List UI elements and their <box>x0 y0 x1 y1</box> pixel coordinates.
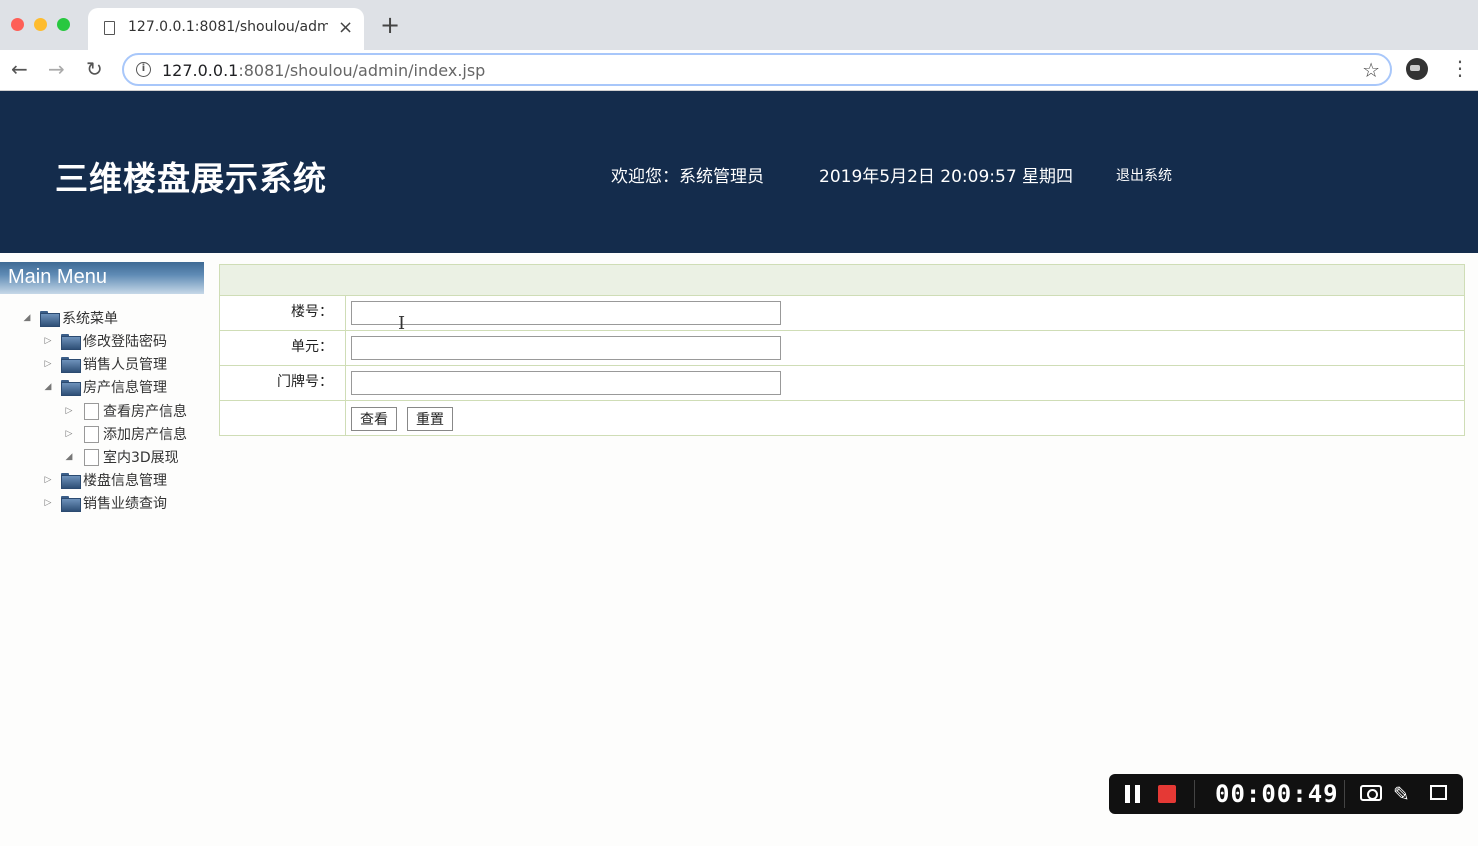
tree-item-sales-performance[interactable]: ▷ 销售业绩查询 <box>41 493 167 513</box>
folder-icon <box>61 357 81 373</box>
unit-label: 单元： <box>220 331 346 365</box>
new-tab-icon[interactable]: + <box>380 13 400 37</box>
tree-item-property-info[interactable]: ◢ 房产信息管理 <box>41 377 167 397</box>
expanded-arrow-icon[interactable]: ◢ <box>41 382 55 392</box>
tree-item-indoor-3d[interactable]: ◢ 室内3D展现 <box>62 447 179 467</box>
page-icon <box>104 21 115 35</box>
divider <box>1344 780 1345 808</box>
unit-input[interactable] <box>351 336 781 360</box>
info-icon[interactable]: i <box>136 62 151 77</box>
forward-arrow-icon[interactable]: → <box>48 58 65 80</box>
camera-icon[interactable] <box>1360 785 1382 801</box>
url-text[interactable]: 127.0.0.1:8081/shoulou/admin/index.jsp <box>162 61 485 80</box>
document-icon <box>84 402 99 420</box>
folder-icon <box>61 380 81 396</box>
view-button[interactable]: 查看 <box>351 407 397 431</box>
collapsed-arrow-icon[interactable]: ▷ <box>41 475 55 485</box>
back-arrow-icon[interactable]: ← <box>11 58 28 80</box>
form-header-bar <box>220 265 1464 296</box>
tree-item-building-info[interactable]: ▷ 楼盘信息管理 <box>41 470 167 490</box>
screen-recorder-toolbar: 00:00:49 ✎ <box>1109 774 1463 814</box>
form-row-building: 楼号： <box>220 296 1464 331</box>
actions-label-cell <box>220 401 346 436</box>
form-row-door: 门牌号： <box>220 366 1464 401</box>
logout-link[interactable]: 退出系统 <box>1116 165 1172 185</box>
collapsed-arrow-icon[interactable]: ▷ <box>41 498 55 508</box>
door-number-input[interactable] <box>351 371 781 395</box>
system-title: 三维楼盘展示系统 <box>55 159 327 198</box>
building-number-label: 楼号： <box>220 296 346 330</box>
stop-record-icon[interactable] <box>1158 785 1176 803</box>
browser-toolbar: ← → ↻ i 127.0.0.1:8081/shoulou/admin/ind… <box>0 50 1478 91</box>
reload-icon[interactable]: ↻ <box>86 58 103 80</box>
browser-tab-bar: 127.0.0.1:8081/shoulou/admin/index.jsp ×… <box>0 0 1478 50</box>
main-menu-header: Main Menu <box>0 262 204 294</box>
browser-tab[interactable]: 127.0.0.1:8081/shoulou/admin/index.jsp × <box>88 8 364 50</box>
expanded-arrow-icon[interactable]: ◢ <box>62 452 76 462</box>
building-number-input[interactable] <box>351 301 781 325</box>
folder-icon <box>61 473 81 489</box>
expanded-arrow-icon[interactable]: ◢ <box>20 313 34 323</box>
tree-item-add-property[interactable]: ▷ 添加房产信息 <box>62 424 187 444</box>
tab-title: 127.0.0.1:8081/shoulou/admin/index.jsp <box>128 19 328 35</box>
window-icon[interactable] <box>1430 785 1447 800</box>
divider <box>1194 780 1195 808</box>
collapsed-arrow-icon[interactable]: ▷ <box>41 336 55 346</box>
folder-icon <box>61 334 81 350</box>
search-form-panel: 楼号： 单元： 门牌号： 查看 重置 <box>219 264 1465 436</box>
collapsed-arrow-icon[interactable]: ▷ <box>62 429 76 439</box>
document-icon <box>84 448 99 466</box>
bookmark-star-icon[interactable]: ☆ <box>1362 58 1380 82</box>
tree-root-system-menu[interactable]: ◢ 系统菜单 <box>20 308 118 328</box>
collapsed-arrow-icon[interactable]: ▷ <box>62 406 76 416</box>
tree-item-sales-staff[interactable]: ▷ 销售人员管理 <box>41 354 167 374</box>
close-window-button[interactable] <box>11 18 24 31</box>
tree-item-change-password[interactable]: ▷ 修改登陆密码 <box>41 331 167 351</box>
text-cursor-icon: I <box>398 313 406 334</box>
folder-icon <box>61 496 81 512</box>
pause-icon[interactable] <box>1125 785 1143 803</box>
menu-kebab-icon[interactable]: ⋮ <box>1450 57 1470 79</box>
document-icon <box>84 425 99 443</box>
reset-button[interactable]: 重置 <box>407 407 453 431</box>
welcome-text: 欢迎您：系统管理员 <box>611 167 764 187</box>
profile-avatar-icon[interactable] <box>1406 58 1428 80</box>
collapsed-arrow-icon[interactable]: ▷ <box>41 359 55 369</box>
datetime-text: 2019年5月2日 20:09:57 星期四 <box>819 167 1074 187</box>
folder-icon <box>40 311 60 327</box>
app-header: 三维楼盘展示系统 欢迎您：系统管理员 2019年5月2日 20:09:57 星期… <box>0 91 1478 253</box>
form-row-actions: 查看 重置 <box>220 401 1464 436</box>
door-number-label: 门牌号： <box>220 366 346 400</box>
pen-icon[interactable]: ✎ <box>1393 782 1410 806</box>
address-bar[interactable]: i 127.0.0.1:8081/shoulou/admin/index.jsp… <box>122 53 1392 86</box>
minimize-window-button[interactable] <box>34 18 47 31</box>
tree-item-view-property[interactable]: ▷ 查看房产信息 <box>62 401 187 421</box>
form-row-unit: 单元： <box>220 331 1464 366</box>
recording-timer: 00:00:49 <box>1215 780 1339 808</box>
maximize-window-button[interactable] <box>57 18 70 31</box>
close-tab-icon[interactable]: × <box>338 17 353 38</box>
